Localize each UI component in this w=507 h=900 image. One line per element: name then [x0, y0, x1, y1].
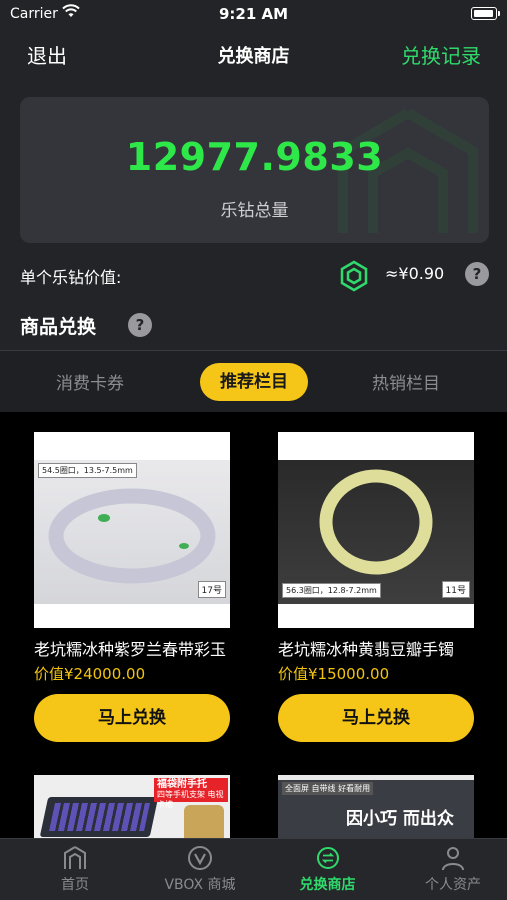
product-banner: 全面屏 自带线 好看耐用 因小巧 而出众 [278, 780, 474, 845]
balance-label: 乐钻总量 [220, 201, 289, 221]
promo-banner: 福袋附手托 四等手机支架 电视 卡槽 [154, 778, 228, 809]
product-name[interactable]: 老坑糯冰种黄翡豆瓣手镯 [278, 636, 493, 660]
balance-card: 12977.9833 乐钻总量 [20, 97, 489, 243]
unit-value: ≈¥0.90 [385, 264, 445, 283]
exchange-icon [315, 845, 341, 875]
clock: 9:21 AM [218, 5, 289, 23]
keyboard-image [39, 797, 159, 837]
bangle-photo: 54.5圈口，13.5-7.5mm 17号 [34, 460, 230, 604]
redeem-button[interactable]: 马上兑换 [278, 694, 474, 742]
tabbar-label: VBOX 商城 [164, 877, 236, 893]
spec-tag: 56.3圈口，12.8-7.2mm [282, 583, 381, 598]
tab-hot[interactable]: 热销栏目 [372, 369, 440, 394]
tab-coupons[interactable]: 消费卡券 [56, 369, 124, 394]
redeem-button[interactable]: 马上兑换 [34, 694, 230, 742]
section-title: 商品兑换 [20, 316, 97, 338]
promo-title: 福袋附手托 [157, 779, 207, 790]
vbox-icon [187, 845, 213, 875]
diamond-hex-icon [338, 260, 370, 296]
product-name[interactable]: 老坑糯冰种紫罗兰春带彩玉 [34, 636, 249, 660]
tab-recommended[interactable]: 推荐栏目 [200, 363, 308, 401]
tabbar-item-vbox[interactable]: VBOX 商城 [150, 839, 250, 900]
tabbar-label: 兑换商店 [299, 877, 356, 893]
tabbar-item-home[interactable]: 首页 [30, 839, 120, 900]
unit-help-icon[interactable]: ? [465, 262, 489, 286]
banner-slogan: 因小巧 而出众 [346, 809, 454, 829]
category-tabs: 消费卡券 推荐栏目 热销栏目 [0, 350, 507, 412]
person-icon [440, 845, 466, 875]
product-price: 价值¥15000.00 [278, 665, 390, 683]
bottom-tab-bar: 首页 VBOX 商城 兑换商店 个人资产 [0, 838, 507, 900]
navigation-bar: 退出 兑换商店 兑换记录 [0, 30, 507, 74]
header-area: Carrier 9:21 AM 退出 兑换商店 兑换记录 12977.9833 … [0, 0, 507, 350]
tabbar-item-exchange[interactable]: 兑换商店 [280, 839, 375, 900]
bangle-photo: 56.3圈口，12.8-7.2mm 11号 [278, 460, 474, 604]
status-bar: Carrier 9:21 AM [0, 0, 507, 28]
tabbar-label: 首页 [61, 877, 89, 893]
product-thumbnail[interactable]: 福袋附手托 四等手机支架 电视 卡槽 [34, 775, 230, 845]
section-help-icon[interactable]: ? [128, 313, 152, 337]
product-image[interactable]: 56.3圈口，12.8-7.2mm 11号 [278, 432, 474, 628]
tabbar-item-assets[interactable]: 个人资产 [408, 839, 498, 900]
tabbar-label: 个人资产 [425, 877, 481, 893]
product-price: 价值¥24000.00 [34, 665, 146, 683]
product-thumbnail[interactable]: 全面屏 自带线 好看耐用 因小巧 而出众 [278, 775, 474, 845]
home-icon [62, 845, 88, 875]
unit-value-label: 单个乐钻价值: [20, 268, 122, 287]
number-tag: 11号 [441, 581, 470, 598]
balance-amount: 12977.9833 [125, 135, 384, 179]
banner-badge: 全面屏 自带线 好看耐用 [282, 782, 374, 795]
battery-icon [471, 7, 500, 20]
exchange-record-button[interactable]: 兑换记录 [401, 40, 481, 69]
section-header: 商品兑换 ? [0, 308, 507, 344]
unit-value-row: 单个乐钻价值: ≈¥0.90 ? [0, 256, 507, 292]
product-image[interactable]: 54.5圈口，13.5-7.5mm 17号 [34, 432, 230, 628]
